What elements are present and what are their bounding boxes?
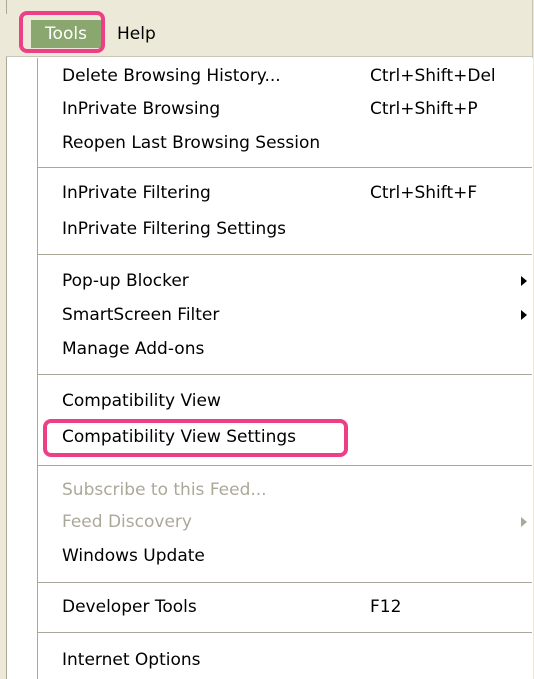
- compatibility-settings-highlight-box: [43, 419, 348, 457]
- menu-item-smartscreen-filter[interactable]: SmartScreen Filter: [62, 300, 219, 330]
- menu-item-feed-discovery: Feed Discovery: [62, 512, 192, 532]
- menu-item-developer-tools[interactable]: Developer Tools: [62, 592, 197, 622]
- menu-separator: [38, 167, 532, 168]
- menu-item-internet-options[interactable]: Internet Options: [62, 645, 201, 675]
- shortcut-developer-tools: F12: [370, 597, 402, 617]
- menu-item-windows-update[interactable]: Windows Update: [62, 541, 205, 571]
- shortcut-delete-browsing-history: Ctrl+Shift+Del: [370, 66, 496, 86]
- menu-help[interactable]: Help: [117, 20, 156, 48]
- menu-item-manage-addons[interactable]: Manage Add-ons: [62, 334, 204, 364]
- shortcut-inprivate-browsing: Ctrl+Shift+P: [370, 99, 478, 119]
- menu-item-popup-blocker[interactable]: Pop-up Blocker: [62, 266, 189, 296]
- submenu-arrow-icon: [521, 310, 527, 320]
- menu-item-inprivate-filtering[interactable]: InPrivate Filtering: [62, 178, 211, 208]
- menu-separator: [38, 465, 532, 466]
- menu-item-delete-browsing-history[interactable]: Delete Browsing History...: [62, 61, 281, 91]
- menu-separator: [38, 632, 532, 633]
- menu-item-inprivate-browsing[interactable]: InPrivate Browsing: [62, 94, 220, 124]
- menu-item-reopen-last-session[interactable]: Reopen Last Browsing Session: [62, 128, 320, 158]
- menu-separator: [38, 374, 532, 375]
- menu-separator: [38, 254, 532, 255]
- submenu-arrow-icon: [521, 517, 527, 527]
- tools-highlight-box: [19, 11, 105, 53]
- submenu-arrow-icon: [521, 276, 527, 286]
- menu-item-compatibility-view[interactable]: Compatibility View: [62, 386, 221, 416]
- shortcut-inprivate-filtering: Ctrl+Shift+F: [370, 183, 478, 203]
- menu-separator: [38, 582, 532, 583]
- menu-item-inprivate-filtering-settings[interactable]: InPrivate Filtering Settings: [62, 214, 286, 244]
- window-left-edge: [0, 0, 7, 679]
- menu-item-subscribe-feed: Subscribe to this Feed...: [62, 480, 267, 500]
